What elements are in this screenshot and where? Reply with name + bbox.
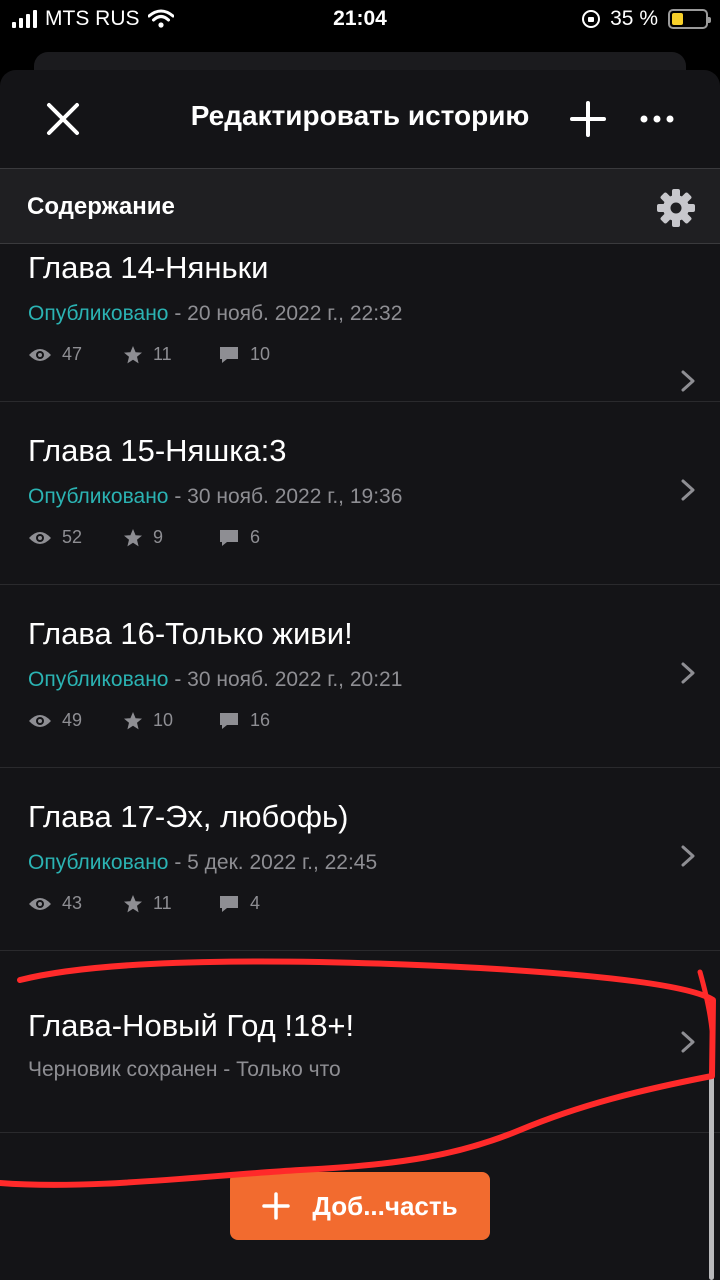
battery-fill bbox=[672, 13, 684, 25]
votes-stat: 10 bbox=[123, 710, 218, 731]
add-button[interactable] bbox=[565, 96, 611, 142]
add-part-button[interactable]: Доб...часть bbox=[230, 1172, 490, 1240]
orientation-lock-icon bbox=[582, 10, 601, 28]
publish-date: - 20 нояб. 2022 г., 22:32 bbox=[168, 302, 403, 325]
plus-icon bbox=[570, 101, 606, 137]
list-item[interactable]: Глава 16-Только живи! Опубликовано - 30 … bbox=[0, 585, 720, 768]
comments-count: 16 bbox=[250, 710, 271, 730]
comment-icon bbox=[220, 895, 238, 912]
votes-stat: 11 bbox=[123, 344, 218, 365]
comment-icon bbox=[220, 529, 238, 546]
published-status: Опубликовано bbox=[28, 668, 169, 691]
publish-date: - 5 дек. 2022 г., 22:45 bbox=[168, 851, 378, 874]
part-stats: 52 9 6 bbox=[28, 527, 313, 548]
plus-icon bbox=[262, 1192, 291, 1220]
views-stat: 47 bbox=[28, 344, 123, 365]
star-icon bbox=[124, 345, 142, 363]
published-status: Опубликовано bbox=[28, 302, 169, 325]
modal-title: Редактировать историю bbox=[190, 100, 530, 131]
scrollbar[interactable] bbox=[709, 1070, 714, 1280]
comments-stat: 6 bbox=[218, 527, 313, 548]
status-right: 35 % bbox=[582, 7, 711, 31]
gear-icon[interactable] bbox=[656, 188, 696, 228]
publish-date: - 30 нояб. 2022 г., 19:36 bbox=[168, 485, 403, 508]
eye-icon bbox=[29, 714, 51, 727]
draft-meta: Черновик сохранен - Только что bbox=[28, 1058, 341, 1081]
published-status: Опубликовано bbox=[28, 485, 169, 508]
comments-stat: 4 bbox=[218, 893, 313, 914]
draft-title: Глава-Новый Год !18+! bbox=[28, 1008, 355, 1043]
status-bar: MTS RUS 21:04 35 % bbox=[0, 0, 720, 40]
close-button[interactable] bbox=[40, 96, 86, 142]
views-count: 47 bbox=[62, 344, 83, 364]
eye-icon bbox=[29, 348, 51, 361]
part-meta: Опубликовано - 30 нояб. 2022 г., 20:21 bbox=[28, 668, 402, 692]
part-title: Глава 17-Эх, любофь) bbox=[28, 799, 349, 834]
list-item[interactable]: Глава 15-Няшка:3 Опубликовано - 30 нояб.… bbox=[0, 402, 720, 585]
votes-count: 11 bbox=[153, 893, 172, 913]
publish-date: - 30 нояб. 2022 г., 20:21 bbox=[168, 668, 403, 691]
part-meta: Опубликовано - 20 нояб. 2022 г., 22:32 bbox=[28, 302, 402, 326]
part-title: Глава 14-Няньки bbox=[28, 250, 269, 285]
list-item[interactable]: Глава 17-Эх, любофь) Опубликовано - 5 де… bbox=[0, 768, 720, 951]
parts-list: Глава 14-Няньки Опубликовано - 20 нояб. … bbox=[0, 244, 720, 1133]
close-icon bbox=[47, 103, 79, 135]
comments-stat: 16 bbox=[218, 710, 313, 731]
part-meta: Опубликовано - 5 дек. 2022 г., 22:45 bbox=[28, 851, 377, 875]
chevron-right-icon bbox=[681, 845, 695, 867]
votes-count: 9 bbox=[153, 527, 164, 547]
part-stats: 43 11 4 bbox=[28, 893, 313, 914]
views-stat: 43 bbox=[28, 893, 123, 914]
star-icon bbox=[124, 528, 142, 546]
views-count: 52 bbox=[62, 527, 83, 547]
part-title: Глава 16-Только живи! bbox=[28, 616, 353, 651]
chevron-right-icon bbox=[681, 370, 695, 392]
part-stats: 47 11 10 bbox=[28, 344, 313, 365]
published-status: Опубликовано bbox=[28, 851, 169, 874]
views-stat: 49 bbox=[28, 710, 123, 731]
chevron-right-icon bbox=[681, 479, 695, 501]
comments-stat: 10 bbox=[218, 344, 313, 365]
comment-icon bbox=[220, 346, 238, 363]
more-button[interactable] bbox=[634, 96, 680, 142]
chevron-right-icon bbox=[681, 662, 695, 684]
votes-stat: 11 bbox=[123, 893, 218, 914]
contents-header: Содержание bbox=[0, 168, 720, 244]
views-count: 49 bbox=[62, 710, 83, 730]
list-item[interactable]: Глава 14-Няньки Опубликовано - 20 нояб. … bbox=[0, 244, 720, 402]
modal-header: Редактировать историю bbox=[0, 70, 720, 168]
comments-count: 4 bbox=[250, 893, 261, 913]
more-icon bbox=[640, 115, 674, 123]
battery-icon bbox=[668, 9, 711, 29]
comment-icon bbox=[220, 712, 238, 729]
part-stats: 49 10 16 bbox=[28, 710, 313, 731]
part-meta: Опубликовано - 30 нояб. 2022 г., 19:36 bbox=[28, 485, 402, 509]
views-stat: 52 bbox=[28, 527, 123, 548]
votes-count: 11 bbox=[153, 344, 172, 364]
star-icon bbox=[124, 711, 142, 729]
views-count: 43 bbox=[62, 893, 83, 913]
star-icon bbox=[124, 894, 142, 912]
contents-title: Содержание bbox=[27, 193, 175, 220]
comments-count: 10 bbox=[250, 344, 271, 364]
votes-count: 10 bbox=[153, 710, 174, 730]
battery-label: 35 % bbox=[610, 7, 658, 30]
votes-stat: 9 bbox=[123, 527, 218, 548]
add-part-label: Доб...часть bbox=[312, 1190, 458, 1221]
edit-story-modal: Редактировать историю Содержание Глава 1… bbox=[0, 70, 720, 1280]
draft-list-item[interactable]: Глава-Новый Год !18+! Черновик сохранен … bbox=[0, 951, 720, 1133]
chevron-right-icon bbox=[681, 1031, 695, 1053]
eye-icon bbox=[29, 531, 51, 544]
eye-icon bbox=[29, 897, 51, 910]
comments-count: 6 bbox=[250, 527, 261, 547]
part-title: Глава 15-Няшка:3 bbox=[28, 433, 287, 468]
